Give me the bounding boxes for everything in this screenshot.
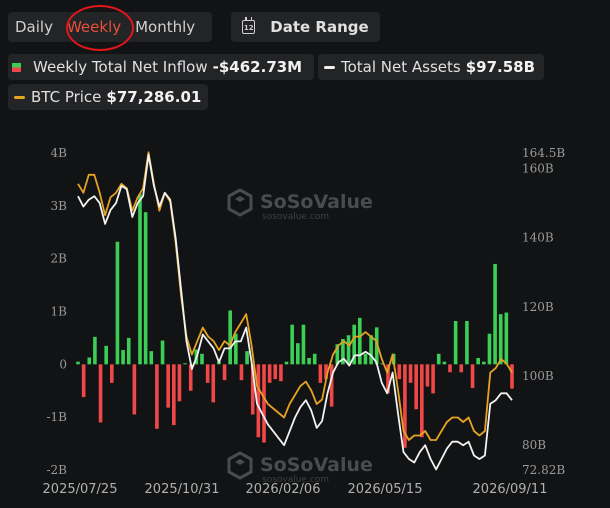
etf-flow-chart: SoSoValue sosovalue.com SoSoValue sosova… bbox=[43, 146, 566, 497]
x-tick-label: 2026/05/15 bbox=[348, 482, 423, 497]
inflow-bar bbox=[228, 310, 232, 365]
inflow-bar bbox=[239, 364, 244, 381]
inflow-bar bbox=[273, 364, 278, 380]
inflow-bar bbox=[121, 350, 125, 365]
inflow-bar bbox=[290, 324, 294, 365]
inflow-bar bbox=[183, 363, 187, 365]
y-right-tick: 72.82B bbox=[522, 463, 565, 477]
inflow-bar bbox=[81, 364, 86, 398]
y-left-tick: -1B bbox=[46, 410, 67, 424]
watermark-name: SoSoValue bbox=[260, 454, 373, 476]
inflow-bar bbox=[408, 364, 413, 383]
inflow-bar bbox=[369, 335, 373, 365]
inflow-bar bbox=[414, 364, 418, 410]
inflow-bar bbox=[510, 364, 514, 389]
inflow-bar bbox=[307, 357, 311, 365]
y-left-tick: 0 bbox=[59, 357, 67, 371]
inflow-bar bbox=[267, 364, 272, 383]
y-right-tick: 120B bbox=[522, 300, 554, 314]
inflow-bar bbox=[279, 364, 283, 382]
inflow-bar bbox=[312, 353, 317, 365]
x-tick-label: 2025/07/25 bbox=[43, 482, 118, 497]
inflow-bar bbox=[110, 364, 114, 383]
inflow-bar bbox=[346, 335, 351, 365]
y-right-tick: 140B bbox=[522, 231, 554, 245]
inflow-bar bbox=[425, 364, 430, 387]
inflow-bar bbox=[143, 212, 148, 365]
sosovalue-logo-icon bbox=[227, 451, 253, 480]
inflow-bar bbox=[476, 357, 480, 365]
inflow-bar bbox=[87, 357, 92, 365]
y-right-tick: 164.5B bbox=[522, 146, 565, 160]
inflow-bar bbox=[166, 364, 170, 408]
inflow-bar bbox=[420, 364, 424, 438]
watermark-url: sosovalue.com bbox=[262, 212, 329, 222]
inflow-bar bbox=[301, 324, 306, 365]
inflow-bar bbox=[296, 343, 300, 365]
inflow-bar bbox=[211, 364, 216, 403]
inflow-bar bbox=[76, 361, 80, 365]
x-tick-label: 2025/10/31 bbox=[145, 482, 220, 497]
inflow-bar bbox=[397, 364, 402, 380]
inflow-bar bbox=[448, 364, 452, 373]
inflow-bar bbox=[453, 321, 458, 365]
inflow-bar bbox=[155, 364, 159, 429]
inflow-bar bbox=[205, 364, 210, 383]
inflow-bar bbox=[284, 361, 289, 365]
inflow-bar bbox=[487, 333, 492, 365]
inflow-bar bbox=[98, 364, 103, 423]
inflow-bar bbox=[177, 364, 182, 402]
y-left-tick: -2B bbox=[46, 463, 67, 477]
inflow-bar bbox=[482, 361, 486, 365]
inflow-bar bbox=[262, 364, 266, 443]
inflow-bar bbox=[459, 364, 464, 373]
inflow-bar bbox=[172, 364, 176, 426]
inflow-bar bbox=[470, 364, 475, 389]
inflow-bar bbox=[465, 321, 469, 365]
inflow-bars bbox=[76, 194, 514, 448]
y-right-tick: 80B bbox=[522, 438, 546, 452]
sosovalue-logo-icon bbox=[227, 188, 253, 217]
inflow-bar bbox=[498, 314, 503, 365]
inflow-bar bbox=[442, 361, 447, 365]
y-left-tick: 3B bbox=[51, 199, 68, 213]
x-tick-label: 2026/02/06 bbox=[246, 482, 321, 497]
inflow-bar bbox=[436, 353, 441, 365]
inflow-bar bbox=[132, 364, 137, 415]
inflow-bar bbox=[160, 340, 165, 365]
inflow-bar bbox=[245, 351, 249, 365]
inflow-bar bbox=[149, 351, 154, 365]
watermark-name: SoSoValue bbox=[260, 191, 373, 213]
inflow-bar bbox=[358, 317, 362, 365]
inflow-bar bbox=[104, 345, 108, 365]
inflow-bar bbox=[504, 312, 509, 365]
y-right-tick: 100B bbox=[522, 369, 554, 383]
inflow-bar bbox=[126, 337, 131, 365]
inflow-bar bbox=[115, 241, 120, 365]
inflow-bar bbox=[493, 263, 497, 365]
y-left-tick: 4B bbox=[51, 146, 68, 160]
inflow-bar bbox=[93, 336, 97, 365]
y-left-tick: 2B bbox=[51, 252, 68, 266]
inflow-bar bbox=[431, 364, 435, 394]
inflow-bar bbox=[363, 353, 368, 365]
inflow-bar bbox=[138, 194, 142, 365]
inflow-bar bbox=[222, 364, 227, 381]
inflow-bar bbox=[200, 353, 204, 365]
inflow-bar bbox=[318, 364, 323, 383]
y-right-tick: 160B bbox=[522, 162, 554, 176]
y-left-tick: 1B bbox=[51, 305, 68, 319]
x-tick-label: 2026/09/11 bbox=[473, 482, 548, 497]
inflow-bar bbox=[234, 333, 238, 365]
